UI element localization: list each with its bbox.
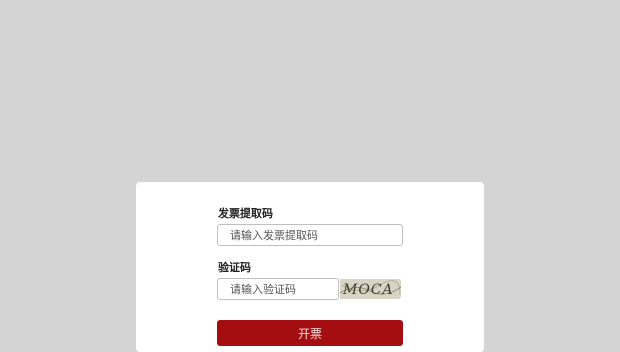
captcha-input[interactable] — [217, 278, 339, 300]
invoice-code-input[interactable] — [217, 224, 403, 246]
invoice-code-label: 发票提取码 — [218, 207, 273, 220]
issue-invoice-button[interactable]: 开票 — [217, 320, 403, 346]
captcha-label: 验证码 — [218, 261, 251, 274]
captcha-text: MOCA — [342, 282, 394, 298]
invoice-form-card: 发票提取码 验证码 MOCA 开票 — [136, 182, 484, 352]
captcha-image[interactable]: MOCA — [340, 279, 401, 299]
